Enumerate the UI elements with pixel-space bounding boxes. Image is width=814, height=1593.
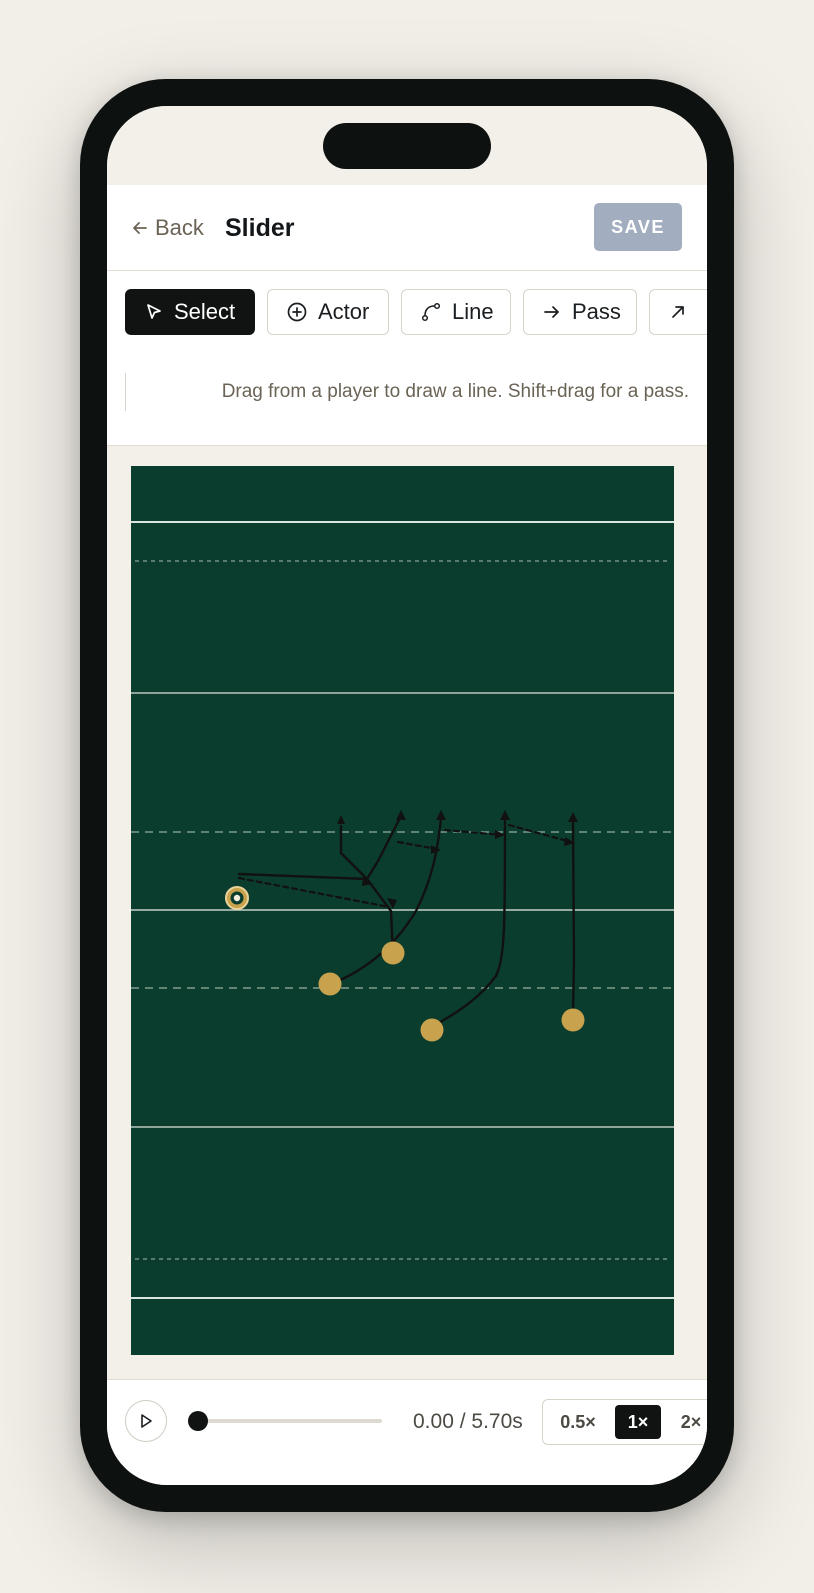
tool-actor-button[interactable]: Actor bbox=[267, 289, 389, 335]
back-button[interactable]: Back bbox=[131, 215, 204, 241]
save-button[interactable]: SAVE bbox=[594, 203, 682, 251]
play-icon bbox=[141, 1414, 152, 1428]
tool-palette: Select Actor Line Pass Drag from a playe… bbox=[107, 271, 707, 446]
tool-actor-label: Actor bbox=[318, 299, 370, 324]
tool-hint: Drag from a player to draw a line. Shift… bbox=[221, 381, 689, 402]
time-readout: 0.00 / 5.70s bbox=[413, 1410, 523, 1434]
back-label: Back bbox=[155, 215, 204, 240]
dynamic-island bbox=[323, 123, 491, 169]
plus-circle-icon bbox=[287, 302, 307, 322]
arrow-right-icon bbox=[544, 306, 559, 318]
tool-select-label: Select bbox=[174, 299, 236, 324]
total-duration: 5.70s bbox=[471, 1410, 523, 1433]
arrow-left-icon bbox=[133, 222, 147, 234]
app-header: Back Slider SAVE bbox=[107, 185, 707, 271]
arrow-up-right-icon bbox=[672, 306, 684, 318]
play-button[interactable] bbox=[125, 1400, 167, 1442]
scrubber-handle[interactable] bbox=[188, 1411, 208, 1431]
playback-bar: 0.00 / 5.70s 0.5× 1× 2× bbox=[107, 1379, 707, 1485]
cursor-arrow-icon bbox=[147, 304, 161, 319]
play-canvas[interactable] bbox=[131, 466, 674, 1355]
current-time: 0.00 bbox=[413, 1410, 454, 1433]
speed-selector: 0.5× 1× 2× bbox=[542, 1399, 707, 1445]
status-bar bbox=[107, 106, 707, 185]
scrubber-track bbox=[192, 1419, 382, 1423]
player-token[interactable] bbox=[561, 1008, 585, 1032]
tool-line-button[interactable]: Line bbox=[401, 289, 511, 335]
player-token[interactable] bbox=[318, 972, 342, 996]
tool-arrow-button[interactable] bbox=[649, 289, 707, 335]
tool-pass-button[interactable]: Pass bbox=[523, 289, 637, 335]
speed-1x-button[interactable]: 1× bbox=[615, 1405, 661, 1439]
hint-divider bbox=[125, 373, 126, 411]
football-field[interactable] bbox=[131, 466, 674, 1355]
tool-line-label: Line bbox=[452, 299, 494, 324]
player-token[interactable] bbox=[381, 941, 405, 965]
route bbox=[571, 818, 576, 1016]
tool-select-button[interactable]: Select bbox=[125, 289, 255, 335]
speed-2x-button[interactable]: 2× bbox=[669, 1405, 707, 1439]
quarterback-player[interactable] bbox=[225, 886, 249, 910]
player-token[interactable] bbox=[420, 1018, 444, 1042]
app-screen: Back Slider SAVE Select Actor Line Pass … bbox=[107, 106, 707, 1485]
curve-line-icon bbox=[421, 302, 441, 322]
timeline-scrubber[interactable] bbox=[188, 1411, 382, 1431]
page-title: Slider bbox=[225, 214, 295, 242]
tool-pass-label: Pass bbox=[572, 299, 621, 324]
phone-frame: Back Slider SAVE Select Actor Line Pass … bbox=[80, 79, 734, 1512]
speed-half-button[interactable]: 0.5× bbox=[549, 1405, 607, 1439]
time-separator: / bbox=[453, 1410, 472, 1433]
